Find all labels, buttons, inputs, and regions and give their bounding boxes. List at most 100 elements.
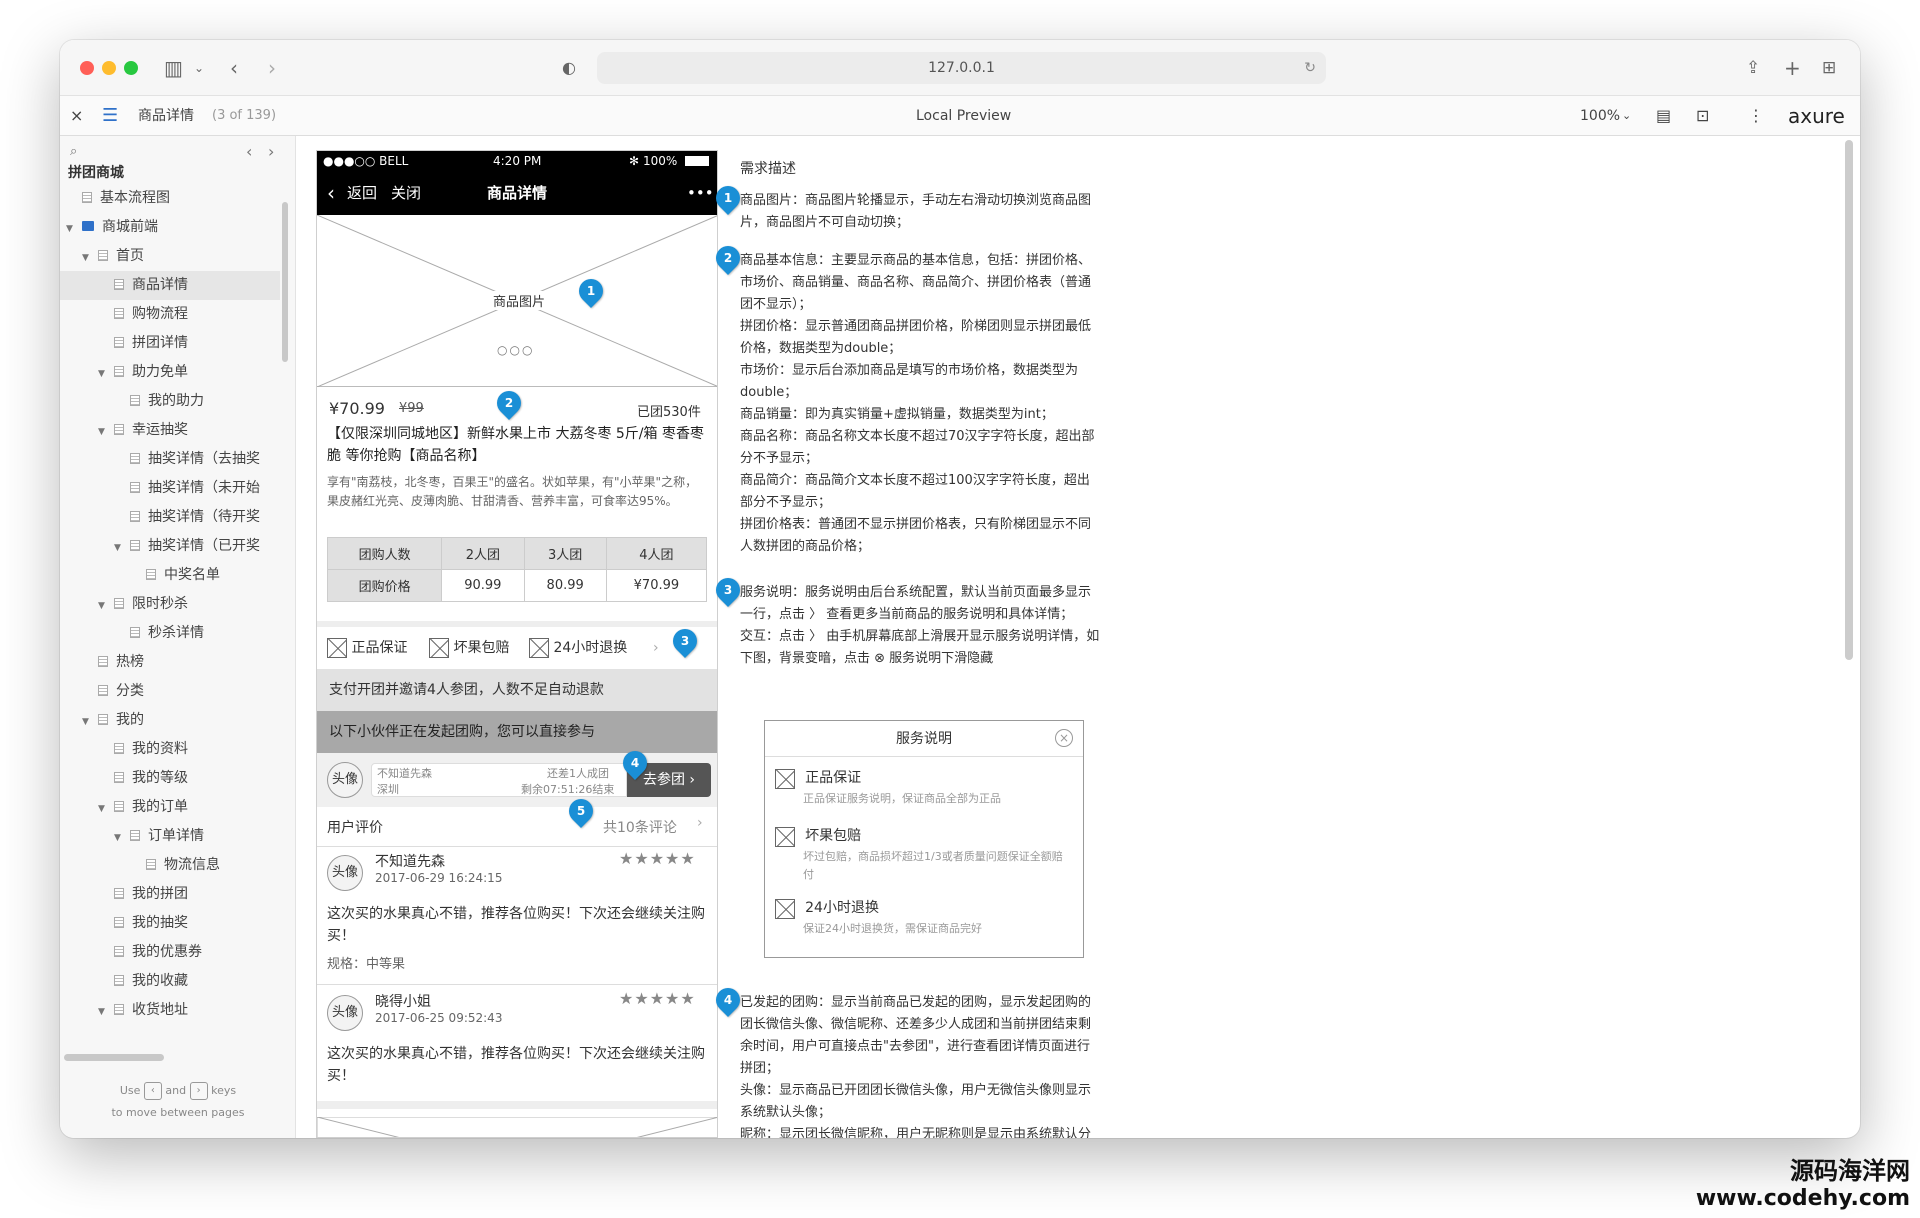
- sidebar-item[interactable]: 购物流程: [60, 300, 280, 329]
- sidebar-item[interactable]: 热榜: [60, 648, 280, 677]
- sidebar-item[interactable]: 分类: [60, 677, 280, 706]
- service-placeholder-icon: [775, 898, 795, 919]
- annotation-marker[interactable]: 5: [564, 794, 598, 831]
- tab-overview-icon[interactable]: ⊞: [1822, 56, 1836, 80]
- zoom-select[interactable]: 100%: [1580, 96, 1620, 136]
- sidebar-scrollbar[interactable]: [282, 202, 288, 362]
- shield-icon[interactable]: ◐: [562, 56, 576, 80]
- expand-arrow-icon[interactable]: ▼: [66, 215, 78, 242]
- forward-icon[interactable]: ›: [268, 56, 276, 80]
- review-item: 头像 晓得小姐 2017-06-25 09:52:43 ★★★★★ 这次买的水果…: [317, 985, 717, 1109]
- product-image-carousel[interactable]: 商品图片 ○○○: [317, 215, 717, 387]
- sidebar-item[interactable]: ▼ 幸运抽奖: [60, 416, 280, 445]
- next-page-icon[interactable]: ›: [268, 142, 274, 161]
- back-icon[interactable]: ‹: [327, 171, 335, 215]
- expand-arrow-icon[interactable]: ▼: [98, 592, 110, 619]
- carousel-dots[interactable]: ○○○: [497, 343, 534, 357]
- sidebar-item[interactable]: 我的抽奖: [60, 909, 280, 938]
- sidebar-item[interactable]: ▼ 商城前端: [60, 213, 280, 242]
- table-row: 团购人数 2人团 3人团 4人团: [326, 537, 708, 570]
- prev-page-icon[interactable]: ‹: [246, 142, 252, 161]
- page-icon: [98, 714, 108, 725]
- sidebar-item-label: 助力免单: [132, 364, 188, 380]
- sidebar-item[interactable]: 物流信息: [60, 851, 280, 880]
- close-button[interactable]: 关闭: [391, 171, 421, 215]
- more-icon[interactable]: •••: [687, 171, 714, 215]
- reload-icon[interactable]: ↻: [1304, 52, 1316, 84]
- sidebar-item[interactable]: 我的拼团: [60, 880, 280, 909]
- annotation-marker[interactable]: 3: [668, 624, 702, 661]
- expand-arrow-icon[interactable]: ▼: [98, 418, 110, 445]
- sidebar-item[interactable]: 秒杀详情: [60, 619, 280, 648]
- sidebar-item[interactable]: 中奖名单: [60, 561, 280, 590]
- sidebar-item[interactable]: ▼ 订单详情: [60, 822, 280, 851]
- chevron-right-icon[interactable]: ›: [697, 815, 703, 831]
- expand-arrow-icon[interactable]: ▼: [82, 708, 94, 735]
- nav-title: 商品详情: [487, 184, 548, 202]
- annotation-marker[interactable]: 3: [711, 573, 745, 610]
- search-icon[interactable]: ⌕: [70, 144, 77, 159]
- sidebar-item[interactable]: 我的优惠券: [60, 938, 280, 967]
- sidebar-horizontal-scrollbar[interactable]: [64, 1054, 164, 1061]
- sidebar-item[interactable]: ▼ 收货地址: [60, 996, 280, 1025]
- sidebar-item[interactable]: ▼ 限时秒杀: [60, 590, 280, 619]
- more-icon[interactable]: ⋮: [1748, 96, 1764, 136]
- reviews-header[interactable]: 用户评价 共10条评论 ›: [317, 807, 717, 847]
- sidebar-item[interactable]: ▼ 我的: [60, 706, 280, 735]
- chevron-down-icon[interactable]: ⌄: [194, 56, 204, 80]
- sidebar-toggle-icon[interactable]: ▥: [164, 56, 183, 80]
- sidebar-item[interactable]: 抽奖详情（待开奖: [60, 503, 280, 532]
- sidebar-item[interactable]: 我的资料: [60, 735, 280, 764]
- expand-arrow-icon[interactable]: ▼: [98, 360, 110, 387]
- annotation-marker[interactable]: 1: [574, 274, 608, 311]
- page-icon: [98, 250, 108, 261]
- sidebar-item[interactable]: ▼ 我的订单: [60, 793, 280, 822]
- expand-arrow-icon[interactable]: ▼: [82, 244, 94, 271]
- zoom-window-button[interactable]: [124, 61, 138, 75]
- group-item[interactable]: 头像 不知道先森 深圳 还差1人成团 剩余07:51:26结束 去参团 ›: [317, 753, 717, 807]
- inspect-icon[interactable]: ⊡: [1696, 96, 1709, 136]
- sidebar-item-label: 收货地址: [132, 1002, 188, 1018]
- spec-title: 需求描述: [740, 161, 796, 177]
- annotation-marker[interactable]: 2: [711, 241, 745, 278]
- back-icon[interactable]: ‹: [230, 56, 238, 80]
- sidebar-item[interactable]: 基本流程图: [60, 184, 280, 213]
- notes-icon[interactable]: ▤: [1656, 96, 1671, 136]
- sidebar-item[interactable]: 商品详情: [60, 271, 280, 300]
- avatar: 头像: [327, 762, 363, 798]
- expand-arrow-icon[interactable]: ▼: [98, 998, 110, 1025]
- sidebar-item[interactable]: 我的收藏: [60, 967, 280, 996]
- sidebar-item[interactable]: 抽奖详情（去抽奖: [60, 445, 280, 474]
- expand-arrow-icon[interactable]: ▼: [114, 534, 126, 561]
- sidebar-item[interactable]: ▼ 助力免单: [60, 358, 280, 387]
- annotation-marker[interactable]: 1: [711, 181, 745, 218]
- expand-arrow-icon[interactable]: ▼: [98, 795, 110, 822]
- sidebar-item[interactable]: 我的等级: [60, 764, 280, 793]
- reviews-count[interactable]: 共10条评论: [603, 817, 677, 837]
- pages-menu-icon[interactable]: ☰: [102, 96, 118, 136]
- close-circle-icon[interactable]: ×: [1055, 729, 1073, 747]
- reviews-title: 用户评价: [327, 820, 383, 836]
- close-sidebar-button[interactable]: ×: [70, 96, 83, 136]
- new-tab-icon[interactable]: +: [1784, 56, 1801, 80]
- sidebar-item[interactable]: ▼ 抽奖详情（已开奖: [60, 532, 280, 561]
- minimize-window-button[interactable]: [102, 61, 116, 75]
- share-icon[interactable]: ⇪: [1746, 56, 1760, 80]
- sidebar-item-label: 我的拼团: [132, 886, 188, 902]
- close-window-button[interactable]: [80, 61, 94, 75]
- chevron-down-icon[interactable]: ⌄: [1622, 96, 1631, 136]
- content-scrollbar[interactable]: [1845, 140, 1853, 660]
- service-row[interactable]: 正品保证 坏果包赔 24小时退换 ›: [317, 621, 717, 669]
- chevron-right-icon[interactable]: ›: [653, 627, 659, 669]
- watermark: 源码海洋网 www.codehy.com: [1695, 1157, 1910, 1211]
- annotation-marker[interactable]: 2: [492, 386, 526, 423]
- annotation-marker[interactable]: 4: [711, 983, 745, 1020]
- sidebar-item[interactable]: 抽奖详情（未开始: [60, 474, 280, 503]
- sidebar-item[interactable]: 拼团详情: [60, 329, 280, 358]
- back-button[interactable]: 返回: [347, 171, 377, 215]
- expand-arrow-icon[interactable]: ▼: [114, 824, 126, 851]
- annotation-marker[interactable]: 4: [618, 746, 652, 783]
- sidebar-item[interactable]: ▼ 首页: [60, 242, 280, 271]
- sidebar-item[interactable]: 我的助力: [60, 387, 280, 416]
- address-bar[interactable]: 127.0.0.1 ↻: [597, 52, 1326, 84]
